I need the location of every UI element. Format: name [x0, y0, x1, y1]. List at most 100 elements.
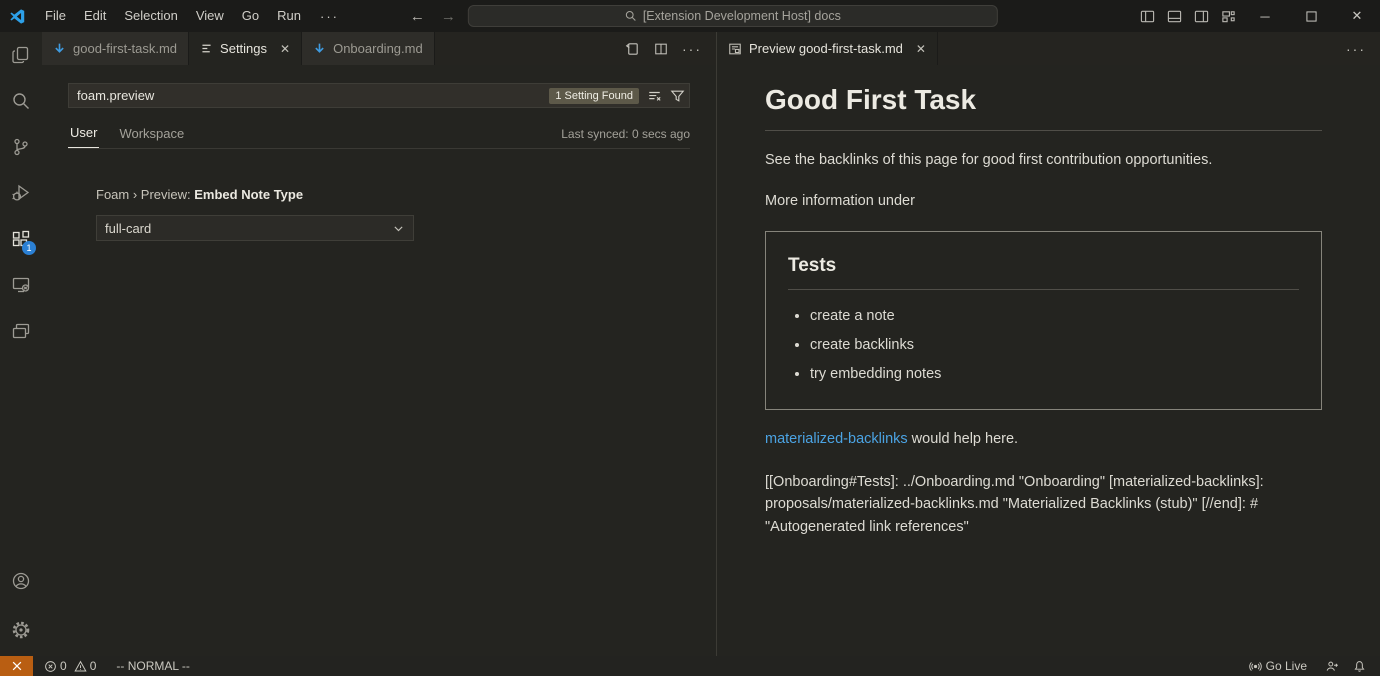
tab-label: Settings [220, 41, 267, 56]
scope-tab-user[interactable]: User [68, 125, 99, 148]
tab-onboarding[interactable]: Onboarding.md [302, 32, 435, 65]
list-item: try embedding notes [810, 364, 1299, 386]
remote-indicator[interactable] [0, 656, 33, 676]
tab-preview-good-first-task[interactable]: Preview good-first-task.md ✕ [717, 32, 938, 65]
select-value: full-card [105, 221, 151, 236]
split-editor-icon[interactable] [654, 42, 668, 56]
link-references-text: [[Onboarding#Tests]: ../Onboarding.md "O… [765, 471, 1322, 538]
page-title: Good First Task [765, 79, 1322, 131]
last-synced-label: Last synced: 0 secs ago [561, 127, 690, 148]
vim-mode-indicator[interactable]: -- NORMAL -- [110, 656, 196, 676]
files-icon[interactable] [0, 32, 42, 78]
close-tab-icon[interactable]: ✕ [280, 42, 290, 56]
settings-editor-pane: good-first-task.md Settings ✕ Onboarding… [42, 32, 716, 656]
run-debug-icon[interactable] [0, 170, 42, 216]
warning-count: 0 [90, 659, 97, 673]
forward-arrow-icon[interactable]: → [437, 8, 460, 25]
right-tabstrip: Preview good-first-task.md ✕ ··· [717, 32, 1380, 65]
preview-paragraph: More information under [765, 191, 1322, 213]
maximize-button[interactable] [1288, 0, 1334, 32]
open-settings-json-icon[interactable] [625, 41, 640, 56]
feedback-icon[interactable] [1319, 656, 1345, 676]
more-actions-icon[interactable]: ··· [682, 41, 702, 57]
remote-explorer-icon[interactable] [0, 262, 42, 308]
menu-edit[interactable]: Edit [75, 0, 115, 32]
menu-run[interactable]: Run [268, 0, 310, 32]
settings-body: 1 Setting Found User Workspace Last sync… [42, 65, 716, 241]
settings-search-widgets: 1 Setting Found [549, 83, 685, 108]
vim-mode-label: -- NORMAL -- [116, 659, 190, 673]
titlebar: File Edit Selection View Go Run ··· ← → … [0, 0, 1380, 32]
menu-file[interactable]: File [36, 0, 75, 32]
markdown-icon [313, 42, 326, 55]
notifications-bell-icon[interactable] [1347, 656, 1372, 676]
scope-tab-workspace[interactable]: Workspace [117, 126, 186, 148]
preview-paragraph: materialized-backlinks would help here. [765, 429, 1322, 451]
setting-name: Embed Note Type [194, 187, 303, 202]
chevron-down-icon [392, 222, 405, 235]
embedded-note-card: Tests create a note create backlinks try… [765, 231, 1322, 411]
command-center-label: [Extension Development Host] docs [643, 9, 841, 23]
windows-icon[interactable] [0, 308, 42, 354]
gear-icon[interactable] [0, 604, 42, 656]
settings-list-icon [200, 42, 213, 55]
toggle-sidebar-icon[interactable] [1134, 0, 1161, 32]
minimize-button[interactable]: ─ [1242, 0, 1288, 32]
back-arrow-icon[interactable]: ← [406, 8, 429, 25]
activity-bar: 1 [0, 32, 42, 656]
embedded-note-list: create a note create backlinks try embed… [810, 306, 1299, 385]
left-tabstrip: good-first-task.md Settings ✕ Onboarding… [42, 32, 716, 65]
clear-filters-icon[interactable] [647, 89, 662, 103]
menu-go[interactable]: Go [233, 0, 268, 32]
customize-layout-icon[interactable] [1215, 0, 1242, 32]
editor-actions: ··· [625, 32, 716, 65]
go-live-label: Go Live [1266, 659, 1307, 673]
more-actions-icon[interactable]: ··· [1346, 41, 1366, 57]
search-icon [625, 10, 637, 22]
statusbar-right: Go Live [1243, 656, 1380, 676]
vscode-logo-icon [9, 8, 26, 25]
setting-item-embed-note-type: Foam › Preview: Embed Note Type full-car… [96, 187, 690, 241]
menu-selection[interactable]: Selection [115, 0, 186, 32]
toggle-panel-icon[interactable] [1161, 0, 1188, 32]
embed-note-type-select[interactable]: full-card [96, 215, 414, 241]
go-live-button[interactable]: Go Live [1243, 656, 1313, 676]
extensions-icon[interactable]: 1 [0, 216, 42, 262]
setting-title: Foam › Preview: Embed Note Type [96, 187, 690, 202]
link-suffix-text: would help here. [908, 431, 1018, 447]
setting-category: Foam › Preview: [96, 187, 194, 202]
error-count: 0 [60, 659, 67, 673]
close-tab-icon[interactable]: ✕ [916, 42, 926, 56]
account-icon[interactable] [0, 558, 42, 604]
tab-settings[interactable]: Settings ✕ [189, 32, 302, 65]
embedded-note-heading: Tests [788, 252, 1299, 291]
settings-found-badge: 1 Setting Found [549, 88, 639, 104]
command-center-search[interactable]: [Extension Development Host] docs [468, 5, 998, 27]
tab-good-first-task[interactable]: good-first-task.md [42, 32, 189, 65]
settings-search-row: 1 Setting Found [68, 83, 690, 108]
tab-label: Onboarding.md [333, 41, 423, 56]
filter-icon[interactable] [670, 89, 685, 103]
extensions-badge: 1 [22, 241, 36, 255]
search-icon[interactable] [0, 78, 42, 124]
close-window-button[interactable]: ✕ [1334, 0, 1380, 32]
tab-label: good-first-task.md [73, 41, 177, 56]
source-control-icon[interactable] [0, 124, 42, 170]
markdown-preview-pane: Preview good-first-task.md ✕ ··· Good Fi… [717, 32, 1380, 656]
menu-view[interactable]: View [187, 0, 233, 32]
preview-paragraph: See the backlinks of this page for good … [765, 150, 1322, 172]
list-item: create a note [810, 306, 1299, 328]
menu-overflow-button[interactable]: ··· [310, 9, 349, 24]
tab-label: Preview good-first-task.md [749, 41, 903, 56]
preview-editor-actions: ··· [1346, 32, 1380, 65]
statusbar: 0 0 -- NORMAL -- Go Live [0, 656, 1380, 676]
problems-indicator[interactable]: 0 0 [38, 656, 102, 676]
settings-scope-row: User Workspace Last synced: 0 secs ago [68, 120, 690, 149]
list-item: create backlinks [810, 335, 1299, 357]
materialized-backlinks-link[interactable]: materialized-backlinks [765, 431, 908, 447]
markdown-preview-content: Good First Task See the backlinks of thi… [717, 65, 1380, 538]
toggle-secondary-sidebar-icon[interactable] [1188, 0, 1215, 32]
workbench: 1 good-first-task.md [0, 32, 1380, 656]
markdown-icon [53, 42, 66, 55]
preview-icon [728, 42, 742, 56]
